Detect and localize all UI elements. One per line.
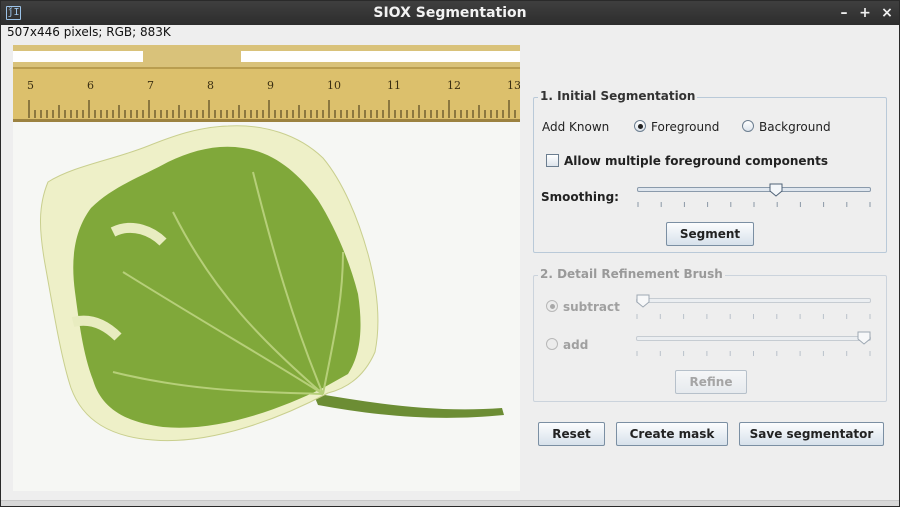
add-slider-thumb[interactable]	[857, 331, 871, 345]
ruler-number: 12	[447, 79, 461, 92]
window-bottom-edge	[1, 500, 899, 506]
background-radio[interactable]	[742, 120, 754, 132]
save-segmentator-button[interactable]: Save segmentator	[739, 422, 884, 446]
reset-button[interactable]: Reset	[538, 422, 605, 446]
ruler-number: 9	[267, 79, 274, 92]
subtract-ticks	[636, 314, 871, 319]
create-mask-button[interactable]: Create mask	[616, 422, 728, 446]
multiple-foreground-checkbox[interactable]	[546, 154, 559, 167]
foreground-label[interactable]: Foreground	[651, 120, 719, 134]
subtract-slider-thumb[interactable]	[636, 294, 650, 308]
segment-button[interactable]: Segment	[666, 222, 754, 246]
leaf-image	[40, 125, 504, 442]
smoothing-slider-thumb[interactable]	[769, 183, 783, 197]
background-label[interactable]: Background	[759, 120, 831, 134]
smoothing-label: Smoothing:	[541, 190, 619, 204]
image-info-label: 507x446 pixels; RGB; 883K	[7, 25, 171, 39]
add-ticks	[636, 351, 871, 356]
ruler-image: 5 6 7 8 9 10 11 12 13	[13, 45, 520, 122]
foreground-radio[interactable]	[634, 120, 646, 132]
add-known-label: Add Known	[542, 120, 610, 134]
ruler-number: 5	[27, 79, 34, 92]
multiple-foreground-label[interactable]: Allow multiple foreground components	[564, 154, 828, 168]
ruler-number: 8	[207, 79, 214, 92]
title-bar: ǰI SIOX Segmentation – + ×	[1, 1, 899, 25]
add-slider[interactable]	[636, 336, 871, 341]
maximize-button[interactable]: +	[856, 4, 874, 22]
add-radio[interactable]	[546, 338, 558, 350]
siox-window: ǰI SIOX Segmentation – + × 507x446 pixel…	[0, 0, 900, 507]
smoothing-slider[interactable]	[637, 187, 871, 192]
close-button[interactable]: ×	[878, 4, 896, 22]
subtract-radio[interactable]	[546, 300, 558, 312]
refinement-title: 2. Detail Refinement Brush	[538, 267, 725, 281]
add-label[interactable]: add	[563, 338, 588, 352]
subtract-slider[interactable]	[636, 298, 871, 303]
ruler-number: 6	[87, 79, 94, 92]
ruler-number: 10	[327, 79, 341, 92]
subtract-label[interactable]: subtract	[563, 300, 620, 314]
minimize-button[interactable]: –	[835, 4, 853, 22]
initial-segmentation-title: 1. Initial Segmentation	[538, 89, 698, 103]
ruler-number: 11	[387, 79, 401, 92]
ruler-number: 7	[147, 79, 154, 92]
window-title: SIOX Segmentation	[373, 5, 527, 21]
ruler-number: 13	[507, 79, 520, 92]
image-canvas[interactable]: 5 6 7 8 9 10 11 12 13	[13, 45, 520, 491]
smoothing-ticks	[637, 202, 871, 207]
refine-button[interactable]: Refine	[675, 370, 747, 394]
